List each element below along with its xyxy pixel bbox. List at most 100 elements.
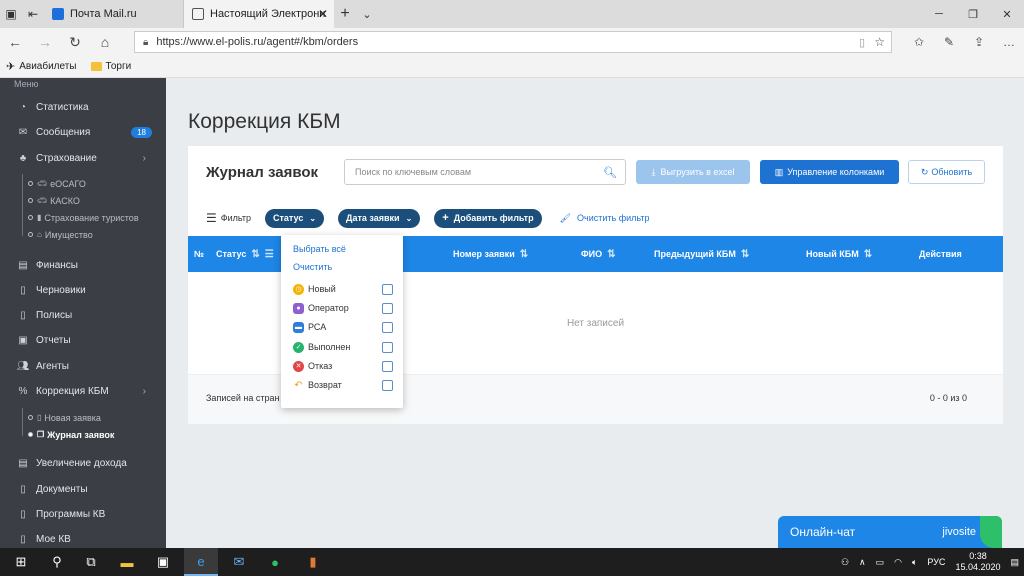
close-window-icon[interactable]: ✕: [990, 0, 1024, 28]
favorite-star-icon[interactable]: ☆: [874, 35, 885, 49]
sidebar-subitem-travel[interactable]: ▮ Страхование туристов: [0, 209, 166, 226]
pen-icon[interactable]: ✎: [934, 28, 964, 56]
favorites-icon[interactable]: ✩: [904, 28, 934, 56]
manage-columns-button[interactable]: ▥ Управление колонками: [760, 160, 899, 184]
column-new-kbm[interactable]: Новый КБМ ⇅: [806, 236, 872, 272]
status-option-done[interactable]: ✓ Выполнен: [293, 339, 393, 355]
column-status[interactable]: Статус ⇅ ☰: [216, 236, 274, 272]
file-explorer-icon[interactable]: ▬: [110, 548, 144, 576]
sort-icon[interactable]: ⇅: [741, 249, 749, 260]
sort-icon[interactable]: ⇅: [251, 249, 259, 260]
sidebar-subitem-requests-log[interactable]: ❐ Журнал заявок: [0, 426, 166, 443]
status-filter-pill[interactable]: Статус ⌄: [265, 208, 325, 228]
column-filter-icon[interactable]: ☰: [265, 249, 274, 260]
tab-elpolis[interactable]: Настоящий Электронн ✕: [184, 0, 334, 28]
sidebar-item-messages[interactable]: ✉ Сообщения 18: [0, 122, 166, 142]
sort-icon[interactable]: ⇅: [607, 249, 615, 260]
reading-view-icon[interactable]: ▯: [859, 36, 865, 49]
restore-icon[interactable]: ❐: [956, 0, 990, 28]
back-tabs-icon[interactable]: ⇤: [22, 0, 44, 28]
check-circle-icon: ✓: [293, 341, 304, 353]
column-full-name[interactable]: ФИО ⇅: [581, 236, 616, 272]
status-checkbox[interactable]: [382, 360, 393, 372]
sidebar-item-kbm-correction[interactable]: % Коррекция КБМ ›: [0, 381, 166, 401]
sidebar-item-agents[interactable]: 👥︎ Агенты: [0, 356, 166, 376]
money-icon: ▤: [18, 457, 28, 469]
sidebar-item-income[interactable]: ▤ Увеличение дохода: [0, 453, 166, 473]
status-option-new[interactable]: ◷ Новый: [293, 281, 393, 297]
sort-icon[interactable]: ⇅: [864, 249, 872, 260]
sidebar-item-kv-programs[interactable]: ▯ Программы КВ: [0, 504, 166, 524]
wifi-icon[interactable]: ◠: [894, 557, 902, 568]
new-tab-button[interactable]: +: [334, 0, 356, 28]
clear-filter-button[interactable]: 🖌︎ Очистить фильтр: [560, 213, 650, 224]
add-filter-button[interactable]: + Добавить фильтр: [434, 208, 542, 228]
task-view-icon[interactable]: ⧉: [74, 548, 108, 576]
sidebar-item-finance[interactable]: ▤ Финансы: [0, 255, 166, 275]
tab-manager-icon[interactable]: ▣: [0, 0, 22, 28]
network-icon[interactable]: ▭: [876, 557, 885, 568]
status-checkbox[interactable]: [382, 302, 393, 314]
bookmark-flights[interactable]: ✈ Авиабилеты: [6, 60, 77, 73]
input-language[interactable]: РУС: [927, 557, 945, 567]
volume-icon[interactable]: 🔈︎: [912, 557, 917, 568]
refresh-button[interactable]: ↻ Обновить: [908, 160, 985, 184]
reload-icon[interactable]: ↻: [60, 28, 90, 56]
sidebar-item-statistics[interactable]: ◔ Статистика: [0, 97, 166, 117]
status-checkbox[interactable]: [382, 321, 393, 333]
close-tab-icon[interactable]: ✕: [318, 7, 328, 21]
forward-icon[interactable]: →: [30, 28, 60, 56]
status-checkbox[interactable]: [382, 379, 393, 391]
sidebar-subitem-eosago[interactable]: 🚗︎ еОСАГО: [0, 175, 166, 192]
column-label: Номер заявки: [453, 249, 515, 259]
more-icon[interactable]: …: [994, 28, 1024, 56]
column-previous-kbm[interactable]: Предыдущий КБМ ⇅: [654, 236, 749, 272]
whatsapp-icon[interactable]: ●: [258, 548, 292, 576]
sidebar-item-drafts[interactable]: ▯ Черновики: [0, 280, 166, 300]
store-icon[interactable]: ▣: [146, 548, 180, 576]
people-icon[interactable]: ⚇: [841, 557, 849, 568]
sidebar-item-policies[interactable]: ▯ Полисы: [0, 305, 166, 325]
sidebar-subitem-new-request[interactable]: ▯ Новая заявка: [0, 409, 166, 426]
document-app-icon[interactable]: ▮: [296, 548, 330, 576]
export-excel-button[interactable]: ⤓ Выгрузить в excel: [636, 160, 750, 184]
tab-list-chevron-icon[interactable]: ⌄: [356, 0, 378, 28]
sidebar-subitem-label: Новая заявка: [44, 412, 101, 423]
sidebar-item-my-kv[interactable]: ▯ Мое КВ: [0, 529, 166, 548]
online-chat-widget[interactable]: Онлайн-чат jivosite: [778, 516, 1002, 548]
bookmark-auctions[interactable]: Торги: [90, 61, 131, 72]
back-icon[interactable]: ←: [0, 28, 30, 56]
minimize-icon[interactable]: ─: [922, 0, 956, 28]
status-checkbox[interactable]: [382, 283, 393, 295]
column-request-number[interactable]: Номер заявки ⇅: [453, 236, 528, 272]
tray-chevron-icon[interactable]: ∧: [859, 557, 866, 568]
car-icon: 🚗︎: [37, 196, 48, 205]
url-input[interactable]: 🔒︎ https://www.el-polis.ru/agent#/kbm/or…: [134, 31, 892, 53]
sort-icon[interactable]: ⇅: [520, 249, 528, 260]
taskbar-search-icon[interactable]: ⚲: [40, 548, 74, 576]
sidebar-item-reports[interactable]: ▣ Отчеты: [0, 330, 166, 350]
search-input[interactable]: Поиск по ключевым словам 🔍︎: [344, 159, 626, 185]
status-checkbox[interactable]: [382, 341, 393, 353]
share-icon[interactable]: ⇪: [964, 28, 994, 56]
status-option-rejected[interactable]: ✕ Отказ: [293, 358, 393, 374]
status-option-rsa[interactable]: ▬ РСА: [293, 319, 393, 335]
select-all-link[interactable]: Выбрать всё: [293, 244, 346, 254]
mail-app-icon[interactable]: ✉: [222, 548, 256, 576]
sidebar-subitem-kasko[interactable]: 🚗︎ КАСКО: [0, 192, 166, 209]
sidebar-item-documents[interactable]: ▯ Документы: [0, 479, 166, 499]
search-icon[interactable]: 🔍︎: [603, 166, 617, 179]
notifications-icon[interactable]: ▤: [1010, 557, 1019, 568]
sidebar-item-insurance[interactable]: ♣ Страхование ›: [0, 148, 166, 168]
home-icon[interactable]: ⌂: [90, 28, 120, 56]
edge-browser-icon[interactable]: e: [184, 548, 218, 576]
clear-selection-link[interactable]: Очистить: [293, 262, 332, 272]
windows-start-icon[interactable]: ⊞: [4, 548, 38, 576]
status-option-operator[interactable]: ● Оператор: [293, 300, 393, 316]
clock[interactable]: 0:38 15.04.2020: [955, 551, 1000, 573]
tab-mail[interactable]: Почта Mail.ru: [44, 0, 184, 28]
status-option-return[interactable]: ↶ Возврат: [293, 377, 393, 393]
sidebar-subitem-property[interactable]: ⌂ Имущество: [0, 226, 166, 243]
date-filter-pill[interactable]: Дата заявки ⌄: [338, 208, 421, 228]
option-label: Выполнен: [308, 342, 351, 352]
